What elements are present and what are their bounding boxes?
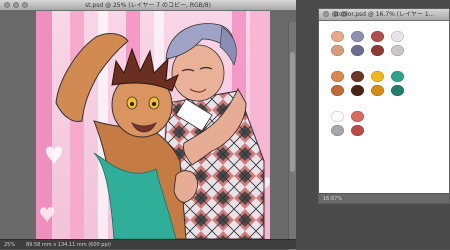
palette-title-bar[interactable]: stcolor.psd @ 16.7% (レイヤー 1...	[319, 9, 449, 21]
swatch-silver[interactable]	[331, 125, 344, 136]
canvas-area[interactable]	[0, 11, 296, 250]
document-window[interactable]: st.psd @ 25% (レイヤー 7 のコピー, RGB/8) 25% 89…	[0, 0, 296, 250]
swatch-tan[interactable]	[331, 45, 344, 56]
swatch-off-white[interactable]	[391, 31, 404, 42]
swatch-lavender-gray[interactable]	[351, 31, 364, 42]
palette-zoom-level[interactable]: 16.67%	[323, 195, 342, 203]
swatch-white[interactable]	[331, 111, 344, 122]
swatch-caramel[interactable]	[331, 85, 344, 96]
document-status-bar: 25% 89.58 mm x 134.11 mm (600 ppi)	[0, 239, 296, 249]
swatch-orange-skin[interactable]	[331, 71, 344, 82]
vertical-scrollbar[interactable]	[288, 22, 296, 250]
swatch-salmon[interactable]	[351, 111, 364, 122]
palette-status-bar: 16.67%	[319, 193, 449, 203]
swatch-dark-teal[interactable]	[391, 85, 404, 96]
artwork	[36, 11, 270, 239]
swatch-amber[interactable]	[371, 85, 384, 96]
document-size: 89.58 mm x 134.11 mm (600 ppi)	[26, 242, 111, 248]
scrollbar-thumb[interactable]	[290, 52, 295, 172]
workspace: st.psd @ 25% (レイヤー 7 のコピー, RGB/8) 25% 89…	[0, 0, 450, 250]
swatch-dark-red[interactable]	[371, 45, 384, 56]
swatch-gold[interactable]	[371, 71, 384, 82]
document-title-bar[interactable]: st.psd @ 25% (レイヤー 7 のコピー, RGB/8)	[0, 0, 296, 11]
color-swatch-canvas[interactable]	[319, 21, 449, 193]
swatch-brick[interactable]	[351, 125, 364, 136]
document-title: st.psd @ 25% (レイヤー 7 のコピー, RGB/8)	[85, 2, 211, 9]
zoom-level[interactable]: 25%	[4, 241, 15, 249]
palette-title: stcolor.psd @ 16.7% (レイヤー 1...	[333, 11, 435, 18]
anime-illustration	[36, 11, 270, 239]
swatch-slate-blue[interactable]	[351, 45, 364, 56]
swatch-skin-peach[interactable]	[331, 31, 344, 42]
swatch-brown[interactable]	[351, 71, 364, 82]
swatch-teal[interactable]	[391, 71, 404, 82]
swatch-rust-red[interactable]	[371, 31, 384, 42]
swatch-gray[interactable]	[391, 45, 404, 56]
palette-window[interactable]: stcolor.psd @ 16.7% (レイヤー 1... 16.67%	[318, 8, 450, 204]
swatch-dark-brown[interactable]	[351, 85, 364, 96]
